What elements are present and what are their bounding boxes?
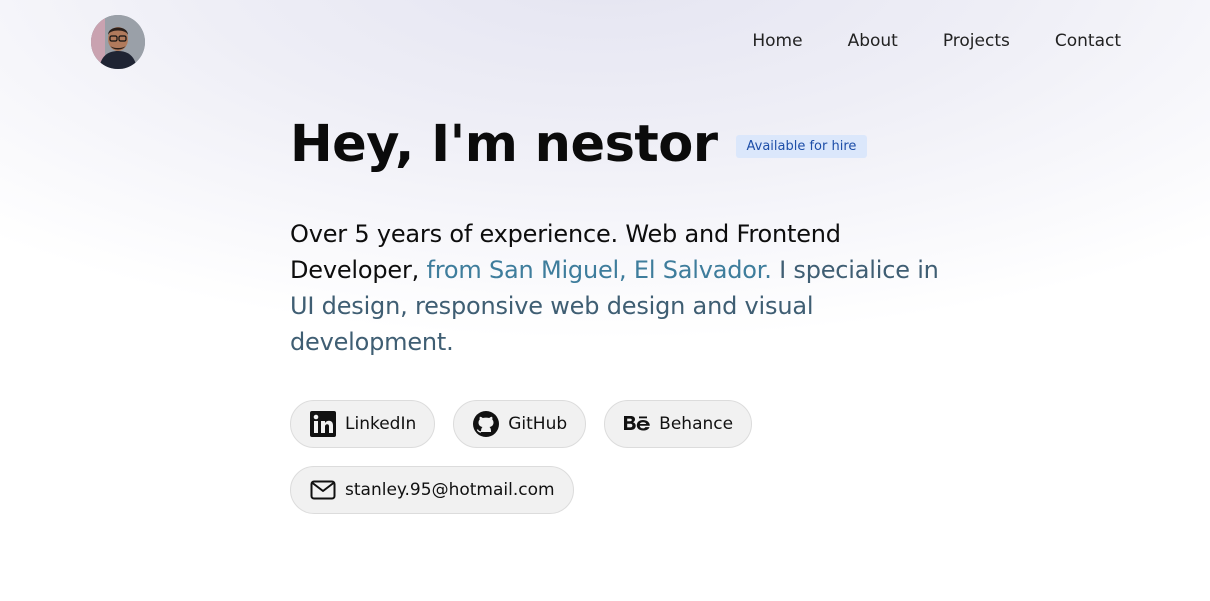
- title-row: Hey, I'm nestor Available for hire: [290, 110, 970, 180]
- behance-button[interactable]: Behance: [604, 400, 753, 448]
- email-row: stanley.95@hotmail.com: [290, 466, 970, 514]
- nav-contact[interactable]: Contact: [1055, 30, 1121, 52]
- site-header: Home About Projects Contact: [0, 0, 1210, 84]
- email-label: stanley.95@hotmail.com: [345, 480, 555, 500]
- nav-projects[interactable]: Projects: [943, 30, 1010, 52]
- avatar[interactable]: [91, 15, 145, 69]
- avatar-portrait-icon: [91, 15, 145, 69]
- nav-home[interactable]: Home: [752, 30, 802, 52]
- behance-label: Behance: [659, 414, 734, 434]
- page-title: Hey, I'm nestor: [290, 115, 718, 174]
- intro-text: Over 5 years of experience. Web and Fron…: [290, 216, 950, 360]
- github-icon: [472, 410, 500, 438]
- linkedin-button[interactable]: LinkedIn: [290, 400, 436, 448]
- mail-icon: [309, 476, 337, 504]
- main-nav: Home About Projects Contact: [752, 30, 1121, 52]
- intro-location-text: from San Miguel, El Salvador.: [426, 256, 772, 284]
- email-button[interactable]: stanley.95@hotmail.com: [290, 466, 574, 514]
- github-label: GitHub: [508, 414, 568, 434]
- linkedin-icon: [309, 410, 337, 438]
- hero-section: Hey, I'm nestor Available for hire Over …: [290, 110, 970, 514]
- nav-about[interactable]: About: [848, 30, 898, 52]
- availability-badge: Available for hire: [735, 134, 868, 158]
- social-links: LinkedIn GitHub Behance: [290, 400, 970, 448]
- github-button[interactable]: GitHub: [453, 400, 587, 448]
- linkedin-label: LinkedIn: [345, 414, 417, 434]
- behance-icon: [623, 410, 651, 438]
